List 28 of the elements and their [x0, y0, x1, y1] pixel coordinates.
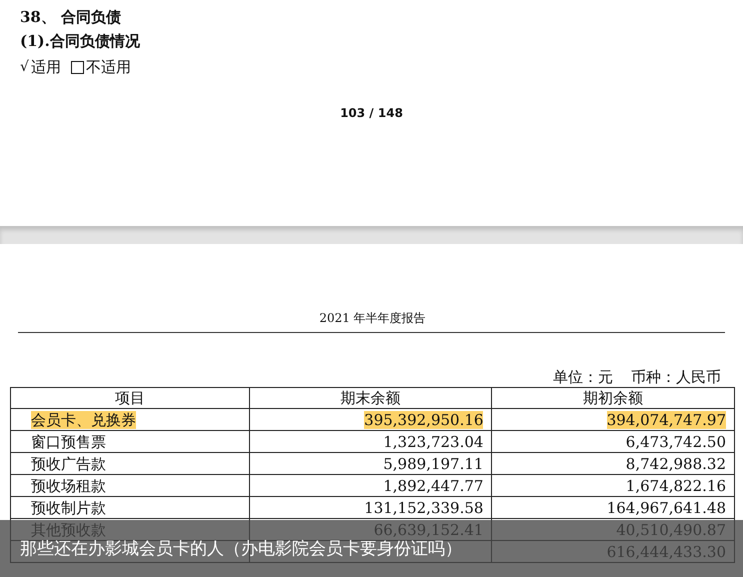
table-cell: 131,152,339.58	[364, 498, 484, 516]
table-cell: 预收场租款	[31, 476, 106, 494]
option-label: 不适用	[86, 57, 131, 78]
currency-label: 币种：人民币	[631, 367, 721, 387]
table-cell: 8,742,988.32	[626, 454, 726, 472]
table-cell: 1,674,822.16	[626, 476, 726, 494]
column-header: 项目	[10, 388, 250, 408]
subsection-heading: (1).合同负债情况	[20, 31, 141, 52]
option-label: 适用	[30, 57, 61, 78]
check-mark-icon: √	[20, 54, 29, 80]
table-cell: 预收广告款	[31, 454, 106, 472]
table-cell: 5,989,197.11	[383, 454, 484, 472]
table-cell: 窗口预售票	[31, 432, 106, 450]
page-number: 103 / 148	[340, 106, 403, 120]
report-header: 2021 年半年度报告	[319, 310, 426, 326]
column-header: 期末余额	[249, 388, 492, 408]
unit-label: 单位：元	[553, 367, 613, 387]
table-cell: 164,967,641.48	[606, 498, 726, 516]
table-cell: 6,473,742.50	[626, 432, 726, 450]
table-cell: 395,392,950.16	[364, 410, 484, 428]
table-cell: 1,323,723.04	[383, 432, 484, 450]
table-cell: 1,892,447.77	[383, 476, 484, 494]
table-cell: 394,074,747.97	[606, 410, 726, 428]
caption-text: 那些还在办影城会员卡的人（办电影院会员卡要身份证吗）	[20, 538, 462, 560]
column-header: 期初余额	[492, 388, 734, 408]
section-heading: 38、 合同负债	[20, 7, 122, 28]
table-cell: 预收制片款	[31, 498, 106, 516]
table-cell: 会员卡、兑换券	[31, 410, 136, 428]
